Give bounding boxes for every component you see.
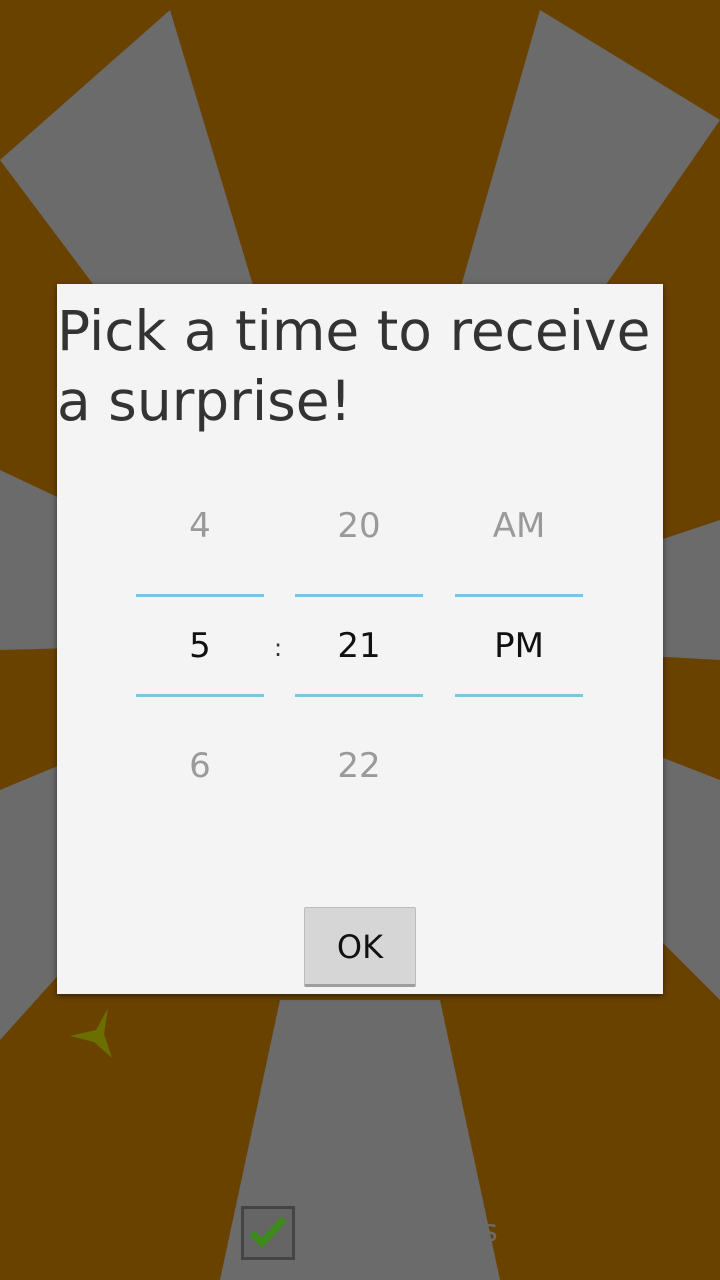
hour-next[interactable]: 6 [136,746,264,786]
dialog-title: Pick a time to receive a surprise! [57,299,651,433]
ok-button[interactable]: OK [304,907,416,987]
ampm-divider-bottom [455,694,583,697]
time-separator: : [274,634,283,662]
notifications-label: Notifications [310,1214,498,1249]
ampm-current[interactable]: PM [455,626,583,666]
checkmark-icon [249,1216,287,1249]
notifications-checkbox[interactable] [241,1206,295,1260]
ampm-divider-top [455,594,583,597]
hour-current[interactable]: 5 [136,626,264,666]
minute-divider-top [295,594,423,597]
hour-prev[interactable]: 4 [136,506,264,546]
hour-divider-bottom [136,694,264,697]
time-picker-dialog: Pick a time to receive a surprise! 4 5 6… [57,284,663,994]
minute-prev[interactable]: 20 [295,506,423,546]
ampm-prev[interactable]: AM [455,506,583,546]
minute-next[interactable]: 22 [295,746,423,786]
minute-current[interactable]: 21 [295,626,423,666]
minute-divider-bottom [295,694,423,697]
hour-divider-top [136,594,264,597]
